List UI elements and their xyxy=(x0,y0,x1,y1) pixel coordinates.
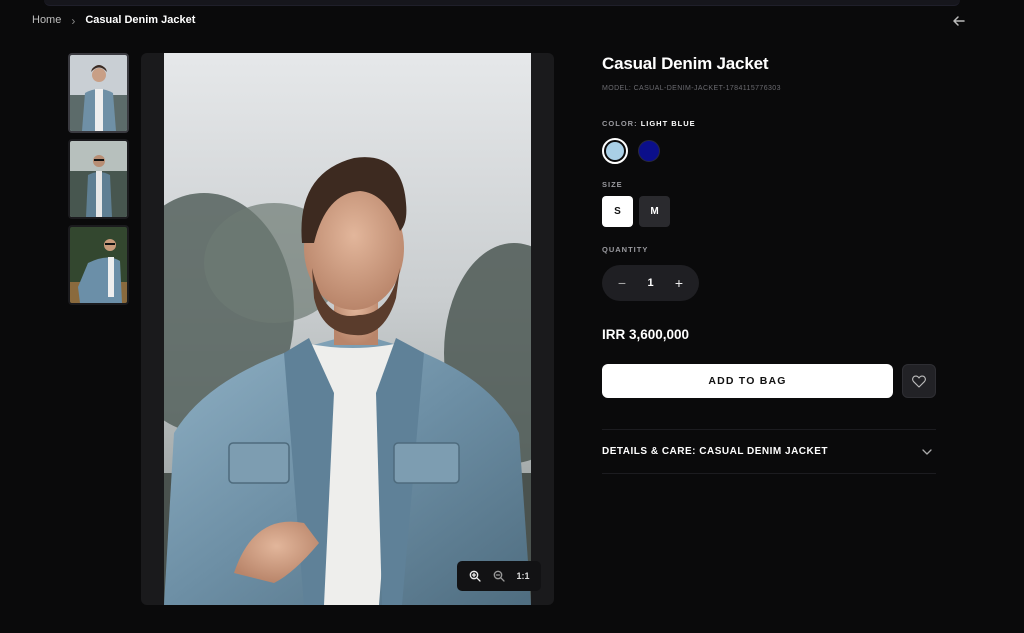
color-label: COLOR: LIGHT BLUE xyxy=(602,119,696,128)
quantity-label: QUANTITY xyxy=(602,245,649,254)
quantity-value: 1 xyxy=(647,277,654,289)
thumbnail-1[interactable] xyxy=(68,53,129,133)
breadcrumb-separator: › xyxy=(71,14,76,28)
thumbnail-list xyxy=(68,53,129,311)
size-label: SIZE xyxy=(602,180,623,189)
zoom-out-button[interactable] xyxy=(490,567,508,585)
zoom-in-button[interactable] xyxy=(466,567,484,585)
product-model: MODEL: CASUAL-DENIM-JACKET-1784115776303 xyxy=(602,85,781,92)
size-button-m[interactable]: M xyxy=(639,196,670,227)
quantity-decrement-button[interactable]: − xyxy=(616,275,628,291)
top-bar-edge xyxy=(44,0,960,6)
product-info: Casual Denim Jacket MODEL: CASUAL-DENIM-… xyxy=(602,54,936,474)
color-dot xyxy=(638,140,660,162)
heart-icon xyxy=(912,375,926,388)
zoom-reset-button[interactable]: 1:1 xyxy=(514,567,532,585)
chevron-down-icon xyxy=(920,445,934,459)
size-options: S M xyxy=(602,196,670,227)
thumbnail-3[interactable] xyxy=(68,225,129,305)
product-title: Casual Denim Jacket xyxy=(602,54,769,73)
breadcrumb-home-link[interactable]: Home xyxy=(32,14,61,26)
breadcrumb: Home › Casual Denim Jacket xyxy=(32,13,196,28)
details-care-accordion[interactable]: DETAILS & CARE: CASUAL DENIM JACKET xyxy=(602,429,936,474)
product-image-viewer[interactable]: 1:1 xyxy=(141,53,554,605)
quantity-stepper: − 1 + xyxy=(602,265,699,301)
size-button-s[interactable]: S xyxy=(602,196,633,227)
color-swatches xyxy=(602,138,662,164)
product-photo xyxy=(164,53,531,605)
zoom-out-icon xyxy=(493,570,505,582)
color-dot xyxy=(606,142,624,160)
thumbnail-2[interactable] xyxy=(68,139,129,219)
color-swatch-navy[interactable] xyxy=(636,138,662,164)
add-to-bag-button[interactable]: ADD TO BAG xyxy=(602,364,893,398)
details-care-title: DETAILS & CARE: CASUAL DENIM JACKET xyxy=(602,446,829,457)
back-button[interactable] xyxy=(950,12,968,30)
wishlist-button[interactable] xyxy=(902,364,936,398)
color-label-text: COLOR: xyxy=(602,119,638,128)
product-price: IRR 3,600,000 xyxy=(602,327,690,342)
color-value: LIGHT BLUE xyxy=(640,119,696,128)
arrow-left-icon xyxy=(953,16,965,26)
color-swatch-light-blue[interactable] xyxy=(602,138,628,164)
quantity-increment-button[interactable]: + xyxy=(673,275,685,291)
zoom-controls: 1:1 xyxy=(457,561,541,591)
breadcrumb-current: Casual Denim Jacket xyxy=(85,14,196,26)
zoom-in-icon xyxy=(469,570,481,582)
